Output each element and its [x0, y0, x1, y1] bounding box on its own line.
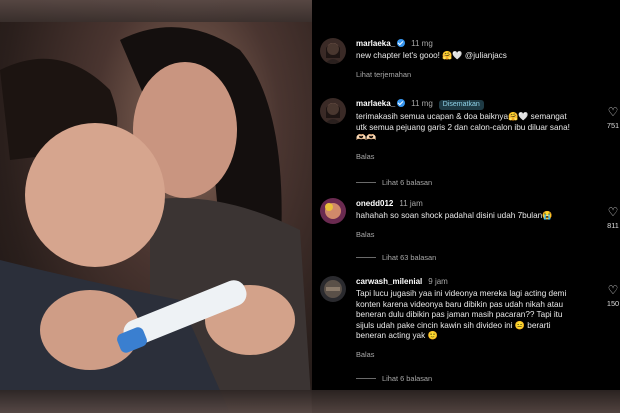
like-button[interactable]: ♡ 811 — [602, 206, 620, 230]
comment-text: terimakasih semua ucapan & doa baiknya🤗🤍… — [356, 112, 570, 142]
comment-time: 11 mg — [411, 99, 433, 108]
comment-username[interactable]: onedd012 — [356, 199, 393, 208]
avatar[interactable] — [320, 198, 346, 224]
comment-username[interactable]: marlaeka_ — [356, 99, 395, 108]
heart-outline-icon[interactable]: ♡ — [602, 206, 620, 218]
like-count: 751 — [606, 121, 620, 130]
photo-illustration — [0, 27, 312, 413]
like-button[interactable]: ♡ 751 — [602, 106, 620, 130]
comment-username[interactable]: carwash_milenial — [356, 277, 422, 286]
see-translation-link[interactable]: Lihat terjemahan — [356, 70, 576, 79]
like-count: 150 — [606, 299, 620, 308]
view-replies-link[interactable]: Lihat 6 balasan — [356, 178, 432, 187]
couple-photo — [0, 0, 312, 413]
bottom-blur-band — [0, 390, 620, 413]
comment-username[interactable]: marlaeka_ — [356, 39, 395, 48]
pinned-badge: Disematkan — [438, 100, 484, 110]
avatar[interactable] — [320, 98, 346, 124]
heart-outline-icon[interactable]: ♡ — [602, 284, 620, 296]
like-button[interactable]: ♡ 150 — [602, 284, 620, 308]
like-count: 811 — [607, 221, 619, 230]
comment-text: hahahah so soan shock padahal disini uda… — [356, 211, 553, 220]
verified-badge-icon — [397, 99, 406, 107]
verified-badge-icon — [397, 39, 406, 47]
reply-button[interactable]: Balas — [356, 350, 576, 359]
reply-button[interactable]: Balas — [356, 230, 576, 239]
comment-time: 11 mg — [411, 39, 433, 48]
comment-text: Tapi lucu jugasih yaa ini videonya merek… — [356, 289, 567, 340]
comment-time: 11 jam — [399, 199, 423, 208]
comments-panel: marlaeka_ 11 mg new chapter let's gooo! 🤗… — [312, 0, 620, 413]
view-replies-link[interactable]: Lihat 6 balasan — [356, 374, 432, 383]
avatar[interactable] — [320, 38, 346, 64]
comment-time: 9 jam — [428, 277, 448, 286]
view-replies-link[interactable]: Lihat 63 balasan — [356, 253, 436, 262]
comment-text: new chapter let's gooo! 🤗🤍 @julianjacs — [356, 51, 507, 60]
reply-button[interactable]: Balas — [356, 152, 576, 161]
heart-outline-icon[interactable]: ♡ — [602, 106, 620, 118]
avatar[interactable] — [320, 276, 346, 302]
